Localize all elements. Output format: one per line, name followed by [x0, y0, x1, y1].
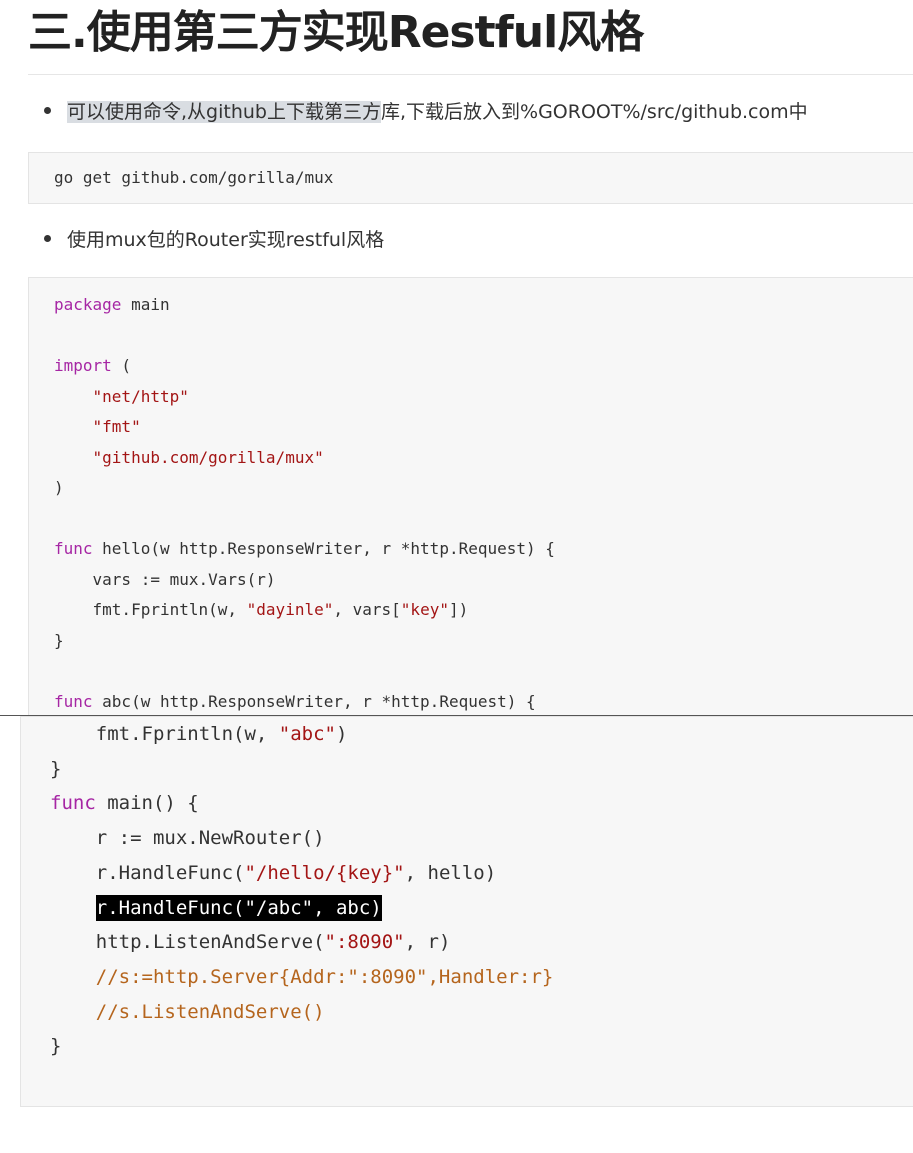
code-token: "key" [400, 600, 449, 619]
code-token: func [54, 539, 93, 558]
code-token: "net/http" [92, 386, 189, 406]
code-token: r := mux.NewRouter() [50, 827, 325, 850]
title-divider [28, 74, 913, 75]
code-line: //s:=http.Server{Addr:":8090",Handler:r} [50, 960, 554, 995]
code-token: ) [54, 478, 64, 497]
command-code[interactable]: go get github.com/gorilla/mux [54, 166, 333, 190]
source-code-top[interactable]: package main import ( "net/http" "fmt" "… [54, 290, 555, 717]
code-token: package [54, 295, 122, 314]
code-token: ]) [448, 600, 469, 619]
code-token: ) [335, 723, 348, 745]
code-token: , hello) [404, 861, 497, 884]
code-token: func [50, 792, 96, 815]
code-token: hello(w http.ResponseWriter, r *http.Req… [92, 539, 555, 558]
code-token: } [50, 757, 62, 780]
code-token: , r) [404, 931, 451, 954]
code-token: , vars[ [333, 600, 401, 619]
code-token: "/hello/{key}" [244, 861, 405, 884]
code-token: fmt.Fprintln(w, [50, 723, 279, 745]
bullet-dot [44, 235, 51, 242]
code-token: vars := mux.Vars(r) [54, 569, 276, 589]
code-line: r.HandleFunc("/hello/{key}", hello) [50, 856, 553, 891]
code-line: package main [54, 290, 555, 321]
code-line: func main() { [50, 786, 553, 821]
screenshot-seam [0, 715, 913, 716]
code-token: "dayinle" [246, 600, 334, 619]
code-line: } [50, 1029, 553, 1064]
code-line: http.ListenAndServe(":8090", r) [50, 925, 553, 960]
code-line: import ( [54, 351, 555, 382]
code-line: fmt.Fprintln(w, "abc") [50, 717, 553, 752]
code-token: } [54, 630, 64, 650]
selected-code: r.HandleFunc("/abc", abc) [95, 894, 382, 921]
code-line: func hello(w http.ResponseWriter, r *htt… [54, 534, 555, 565]
code-token: main() { [95, 792, 199, 815]
code-token: ":8090" [324, 931, 405, 954]
code-line: fmt.Fprintln(w, "dayinle", vars["key"]) [54, 595, 555, 626]
bullet-item-download: 可以使用命令,从github上下载第三方库,下载后放入到%GOROOT%/src… [44, 97, 808, 124]
code-token: "abc" [278, 723, 336, 745]
page-title: 三.使用第三方实现Restful风格 [28, 7, 644, 58]
code-line: vars := mux.Vars(r) [54, 565, 555, 596]
code-token: r.HandleFunc( [50, 861, 245, 884]
code-line: //s.ListenAndServe() [50, 995, 553, 1030]
code-line: } [50, 752, 553, 787]
code-line: r := mux.NewRouter() [50, 821, 553, 856]
code-token: //s.ListenAndServe() [95, 1000, 325, 1023]
code-line: } [54, 626, 555, 657]
code-line: ) [54, 473, 555, 504]
code-line: func abc(w http.ResponseWriter, r *http.… [54, 687, 555, 718]
code-token: main [121, 295, 170, 314]
code-token: ( [111, 356, 132, 375]
code-token: abc(w http.ResponseWriter, r *http.Reque… [92, 691, 536, 711]
source-code-bottom[interactable]: fmt.Fprintln(w, "abc")} func main() { r :… [50, 717, 553, 1064]
bullet-item-mux: 使用mux包的Router实现restful风格 [44, 225, 384, 252]
selected-text[interactable]: 可以使用命令,从github上下载第三方 [67, 101, 381, 123]
code-line: "fmt" [54, 412, 555, 443]
code-line: "github.com/gorilla/mux" [54, 443, 555, 474]
code-token: import [54, 356, 112, 375]
code-token: "github.com/gorilla/mux" [92, 447, 324, 467]
code-token: http.ListenAndServe( [50, 931, 325, 954]
code-line: "net/http" [54, 382, 555, 413]
bullet-text: 库,下载后放入到%GOROOT%/src/github.com中 [380, 101, 808, 123]
code-token: fmt.Fprintln(w, [54, 600, 247, 619]
code-token: //s:=http.Server{Addr:":8090",Handler:r} [95, 965, 554, 988]
bullet-text: 使用mux包的Router实现restful风格 [67, 229, 385, 251]
code-line: r.HandleFunc("/abc", abc) [50, 891, 553, 926]
code-token: "fmt" [92, 417, 141, 436]
code-token: } [50, 1035, 62, 1058]
code-token: func [54, 691, 93, 711]
bullet-dot [44, 107, 51, 114]
